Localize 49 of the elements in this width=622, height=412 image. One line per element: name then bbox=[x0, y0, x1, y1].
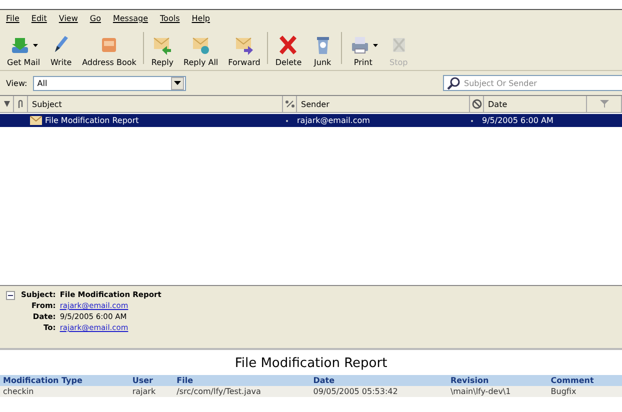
table-cell: Bugfix bbox=[548, 386, 622, 397]
menu-item[interactable]: Message bbox=[112, 14, 148, 23]
table-cell: \main\lfy-dev\1 bbox=[447, 386, 548, 397]
toolbar-button[interactable]: Forward bbox=[223, 29, 266, 67]
menu-item[interactable]: File bbox=[6, 14, 20, 23]
toolbar-button[interactable]: Junk bbox=[306, 29, 339, 67]
table-cell: 09/05/2005 05:53:42 bbox=[310, 386, 448, 397]
toolbar-button[interactable]: Get Mail bbox=[2, 29, 46, 67]
column-header: Date bbox=[310, 375, 448, 386]
junk-status-icon bbox=[472, 99, 482, 109]
toolbar-button[interactable]: Reply bbox=[146, 29, 179, 67]
message-subject: File Modification Report bbox=[45, 116, 139, 125]
search-field[interactable]: Subject Or Sender bbox=[443, 75, 622, 91]
thread-icon bbox=[2, 100, 10, 108]
view-label: View: bbox=[6, 78, 28, 88]
toolbar-button[interactable]: Write bbox=[45, 29, 78, 67]
toolbar-button[interactable]: Reply All bbox=[178, 29, 224, 67]
menu-item[interactable]: View bbox=[58, 14, 78, 23]
dropdown-icon[interactable] bbox=[33, 44, 38, 46]
view-dropdown[interactable]: All bbox=[33, 76, 186, 90]
column-header[interactable]: Subject bbox=[28, 96, 283, 112]
message-sender: rajark@email.com bbox=[297, 116, 370, 125]
envelope-icon bbox=[30, 116, 42, 125]
menu-item[interactable]: Edit bbox=[31, 14, 47, 23]
column-header: Revision bbox=[447, 375, 548, 386]
table-cell: /src/com/lfy/Test.java bbox=[174, 386, 310, 397]
dropdown-arrow-icon[interactable] bbox=[174, 81, 182, 85]
dropdown-icon[interactable] bbox=[372, 44, 378, 46]
read-status-icon bbox=[284, 100, 294, 108]
report-title: File Modification Report bbox=[234, 356, 388, 371]
column-header: File bbox=[174, 375, 310, 386]
column-header[interactable]: Sender bbox=[297, 96, 470, 112]
table-cell: rajark bbox=[129, 386, 174, 397]
message-row[interactable]: File Modification Report rajark@email.com 9/5/2005 6:00 AM bbox=[0, 114, 622, 127]
toolbar-button[interactable]: Address Book bbox=[77, 29, 142, 67]
toolbar-button[interactable]: Delete bbox=[270, 29, 307, 67]
menu-item[interactable]: Help bbox=[192, 14, 210, 23]
toolbar-button[interactable]: Print bbox=[344, 29, 383, 67]
collapse-icon[interactable] bbox=[6, 291, 15, 300]
column-header[interactable]: Date bbox=[484, 96, 587, 112]
menu-item[interactable]: Go bbox=[90, 14, 101, 23]
column-header: Modification Type bbox=[0, 375, 130, 386]
menu-item[interactable]: Tools bbox=[160, 14, 180, 23]
column-header: User bbox=[129, 375, 174, 386]
attachment-icon bbox=[17, 100, 24, 108]
table-cell: checkin bbox=[0, 386, 130, 397]
column-header: Comment bbox=[548, 375, 622, 386]
delete-icon bbox=[277, 34, 300, 56]
message-date: 9/5/2005 6:00 AM bbox=[482, 116, 554, 125]
